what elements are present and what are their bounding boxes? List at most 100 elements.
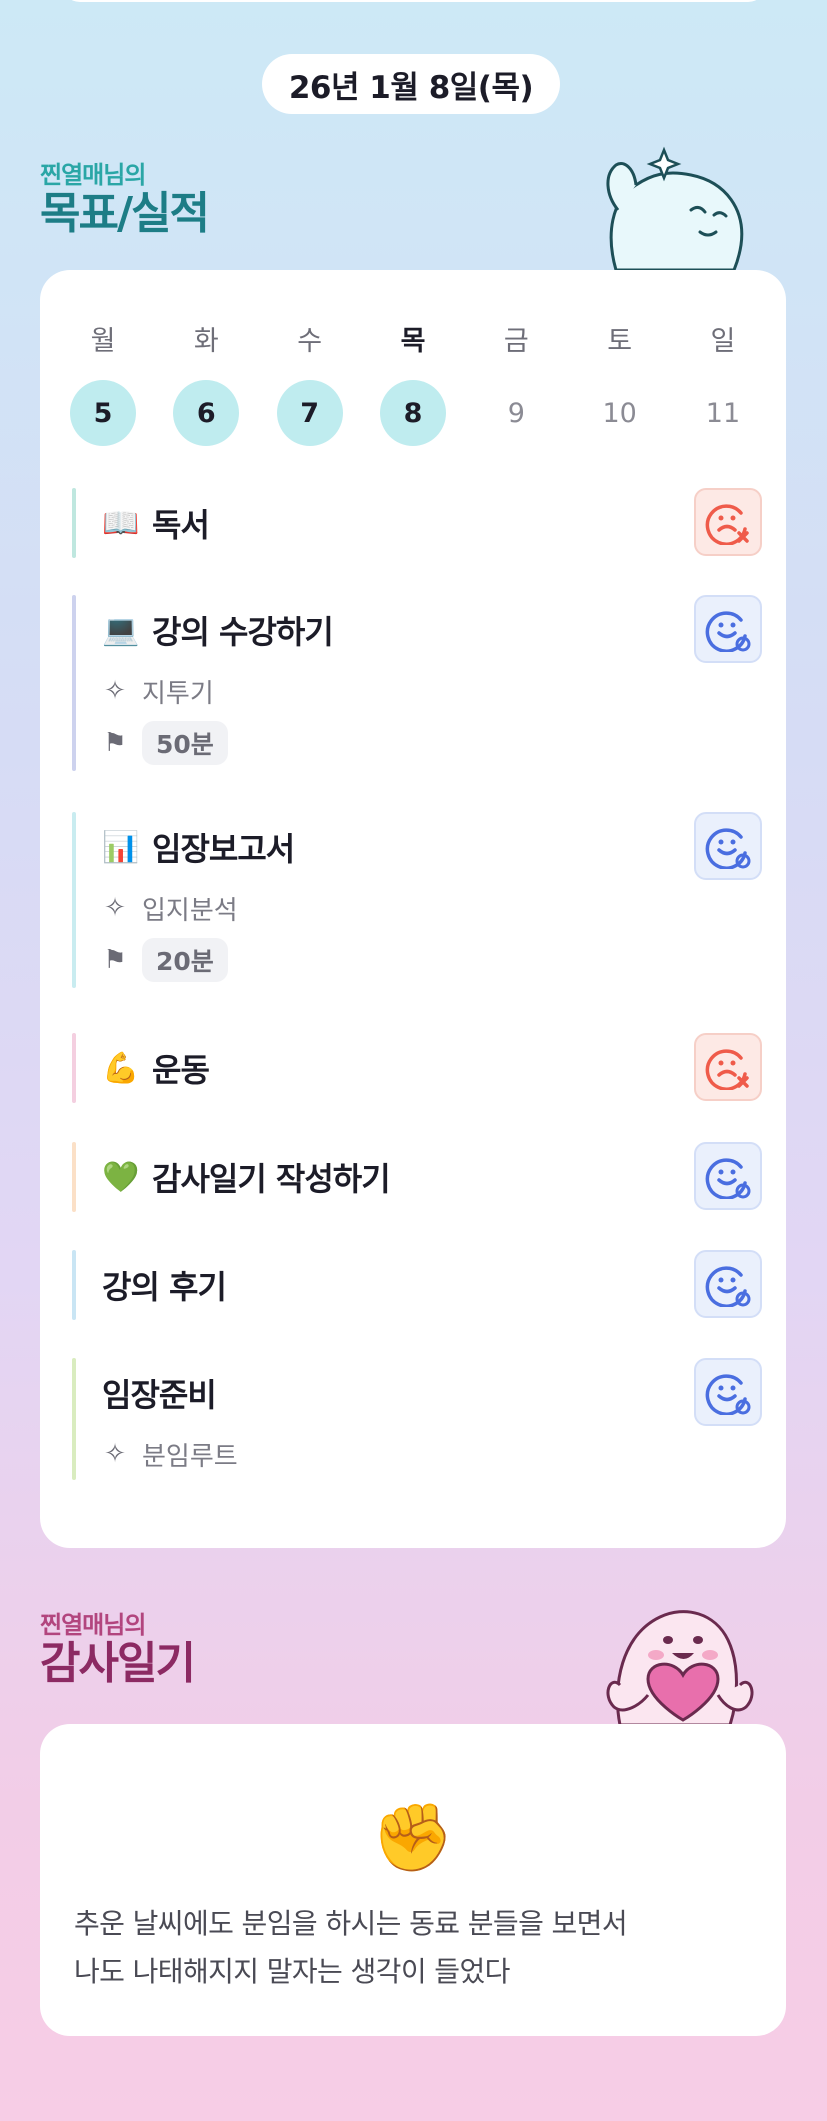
day-name: 일 bbox=[710, 326, 736, 357]
book-icon: 📖 bbox=[102, 505, 139, 541]
goal-item-report[interactable]: 📊 임장보고서 ✧ 입지분석 ⚑ 20분 bbox=[72, 812, 762, 988]
mascot-pink-icon bbox=[606, 1610, 754, 1725]
smile-check-icon bbox=[705, 1266, 751, 1307]
sparkle-icon: ✧ bbox=[104, 1439, 126, 1469]
goal-title-text: 감사일기 작성하기 bbox=[152, 1160, 391, 1198]
smile-check-icon bbox=[705, 1374, 751, 1415]
goals-section-header: 찐열매님의 목표/실적 bbox=[40, 155, 210, 239]
goal-title: 💚 감사일기 작성하기 bbox=[102, 1147, 391, 1207]
mascot-blue-icon bbox=[606, 146, 744, 270]
diary-card[interactable]: ✊ 추운 날씨에도 분임을 하시는 동료 분들을 보면서 나도 나태해지지 말자… bbox=[40, 1724, 786, 2036]
smile-check-icon bbox=[705, 611, 751, 652]
day-thu[interactable]: 목 8 bbox=[379, 322, 446, 446]
goal-category-text: 지투기 bbox=[142, 678, 214, 709]
diary-section-header: 찐열매님의 감사일기 bbox=[40, 1605, 196, 1689]
goal-item-lecture[interactable]: 💻 강의 수강하기 ✧ 지투기 ⚑ 50분 bbox=[72, 595, 762, 771]
diary-text: 추운 날씨에도 분임을 하시는 동료 분들을 보면서 나도 나태해지지 말자는 … bbox=[74, 1900, 764, 1996]
smile-check-icon bbox=[705, 1158, 751, 1199]
goal-color-bar bbox=[72, 488, 76, 558]
day-date: 9 bbox=[507, 397, 525, 429]
status-fail-button[interactable] bbox=[694, 488, 762, 556]
week-calendar: 월 5 화 6 수 7 목 8 금 9 토 10 일 11 bbox=[70, 322, 756, 446]
day-tue[interactable]: 화 6 bbox=[173, 322, 240, 446]
diary-subtitle: 찐열매님의 bbox=[40, 1611, 146, 1639]
goal-duration: ⚑ 20분 bbox=[102, 938, 228, 982]
day-name: 화 bbox=[193, 326, 219, 357]
sparkle-icon: ✧ bbox=[104, 676, 126, 706]
goal-title: 📖 독서 bbox=[102, 493, 210, 553]
status-done-button[interactable] bbox=[694, 1250, 762, 1318]
goal-category: ✧ 지투기 bbox=[102, 669, 214, 713]
day-name: 목 bbox=[400, 326, 426, 357]
date-label[interactable]: 26년 1월 8일(목) bbox=[262, 54, 560, 114]
day-date: 6 bbox=[173, 380, 240, 446]
flexed-arm-icon: 💪 bbox=[102, 1050, 139, 1086]
goal-color-bar bbox=[72, 812, 76, 988]
goal-title: 📊 임장보고서 bbox=[102, 817, 295, 877]
goal-duration-chip: 20분 bbox=[142, 938, 228, 982]
goal-category-text: 입지분석 bbox=[142, 895, 238, 926]
diary-title: 감사일기 bbox=[40, 1638, 196, 1689]
goal-item-exercise[interactable]: 💪 운동 bbox=[72, 1033, 762, 1103]
day-date: 10 bbox=[602, 397, 637, 429]
goal-title: 임장준비 bbox=[102, 1363, 217, 1423]
raised-fist-icon: ✊ bbox=[371, 1799, 455, 1876]
goal-color-bar bbox=[72, 1358, 76, 1480]
status-fail-button[interactable] bbox=[694, 1033, 762, 1101]
day-sat[interactable]: 토 10 bbox=[587, 322, 653, 446]
sparkle-icon: ✧ bbox=[104, 893, 126, 923]
day-date: 8 bbox=[379, 380, 446, 446]
goals-card: 월 5 화 6 수 7 목 8 금 9 토 10 일 11 � bbox=[40, 270, 786, 1548]
goal-category: ✧ 분임루트 bbox=[102, 1432, 238, 1476]
day-name: 수 bbox=[297, 326, 323, 357]
smile-check-icon bbox=[705, 828, 751, 869]
day-sun[interactable]: 일 11 bbox=[690, 322, 756, 446]
goal-title: 💻 강의 수강하기 bbox=[102, 600, 334, 660]
goal-color-bar bbox=[72, 595, 76, 771]
day-wed[interactable]: 수 7 bbox=[276, 322, 343, 446]
status-done-button[interactable] bbox=[694, 595, 762, 663]
day-date: 11 bbox=[705, 397, 741, 429]
goals-subtitle: 찐열매님의 bbox=[40, 161, 146, 189]
sad-x-icon bbox=[705, 504, 749, 545]
goal-color-bar bbox=[72, 1033, 76, 1103]
goal-color-bar bbox=[72, 1142, 76, 1212]
goal-item-reading[interactable]: 📖 독서 bbox=[72, 488, 762, 558]
goal-title-text: 독서 bbox=[152, 506, 210, 544]
day-name: 토 bbox=[607, 326, 633, 357]
day-fri[interactable]: 금 9 bbox=[483, 322, 549, 446]
day-mon[interactable]: 월 5 bbox=[70, 322, 136, 446]
green-heart-icon: 💚 bbox=[102, 1159, 139, 1195]
goal-title: 💪 운동 bbox=[102, 1038, 210, 1098]
day-date: 7 bbox=[276, 380, 343, 446]
sad-x-icon bbox=[705, 1049, 749, 1090]
goal-item-gratitude[interactable]: 💚 감사일기 작성하기 bbox=[72, 1142, 762, 1212]
flag-icon: ⚑ bbox=[103, 728, 127, 758]
goal-title-text: 강의 수강하기 bbox=[152, 613, 334, 651]
goals-title: 목표/실적 bbox=[40, 188, 210, 239]
goal-title-text: 임장준비 bbox=[102, 1376, 217, 1414]
goal-duration-chip: 50분 bbox=[142, 721, 228, 765]
goal-category-text: 분임루트 bbox=[142, 1441, 238, 1472]
status-done-button[interactable] bbox=[694, 1142, 762, 1210]
goal-item-field-prep[interactable]: 임장준비 ✧ 분임루트 bbox=[72, 1358, 762, 1480]
status-done-button[interactable] bbox=[694, 1358, 762, 1426]
goal-category: ✧ 입지분석 bbox=[102, 886, 238, 930]
goal-item-lecture-review[interactable]: 강의 후기 bbox=[72, 1250, 762, 1320]
diary-line-2: 나도 나태해지지 말자는 생각이 들었다 bbox=[74, 1955, 510, 1988]
goal-duration: ⚑ 50분 bbox=[102, 721, 228, 765]
goal-title: 강의 후기 bbox=[102, 1255, 227, 1315]
diary-line-1: 추운 날씨에도 분임을 하시는 동료 분들을 보면서 bbox=[74, 1907, 628, 1940]
goal-title-text: 운동 bbox=[152, 1051, 210, 1089]
day-date: 5 bbox=[70, 380, 136, 446]
status-done-button[interactable] bbox=[694, 812, 762, 880]
bar-chart-icon: 📊 bbox=[102, 829, 139, 865]
previous-card-edge bbox=[62, 0, 766, 2]
day-name: 월 bbox=[90, 326, 116, 357]
laptop-icon: 💻 bbox=[102, 612, 139, 648]
flag-icon: ⚑ bbox=[103, 945, 127, 975]
goal-color-bar bbox=[72, 1250, 76, 1320]
goal-title-text: 임장보고서 bbox=[152, 830, 295, 868]
date-text: 26년 1월 8일(목) bbox=[288, 69, 534, 106]
day-name: 금 bbox=[503, 326, 529, 357]
